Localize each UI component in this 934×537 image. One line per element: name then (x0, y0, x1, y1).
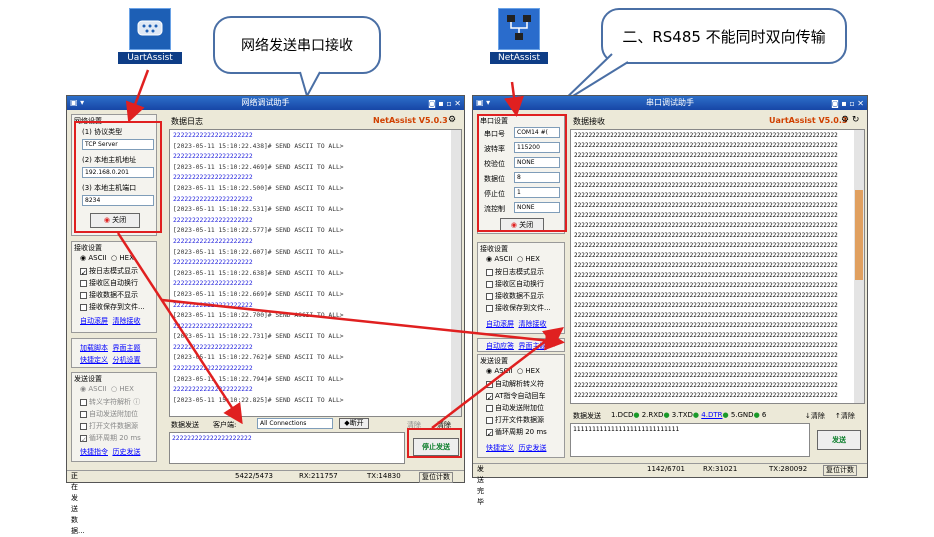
arrow-icon-to-netsettings (125, 69, 150, 123)
arrow-icon-to-serialsettings (504, 81, 524, 117)
arrow-net-to-uart-recv (161, 298, 565, 351)
arrow-net-to-send-area (116, 232, 243, 425)
arrow-stopsend-to-uart (431, 326, 564, 429)
annotation-arrows (116, 69, 565, 429)
